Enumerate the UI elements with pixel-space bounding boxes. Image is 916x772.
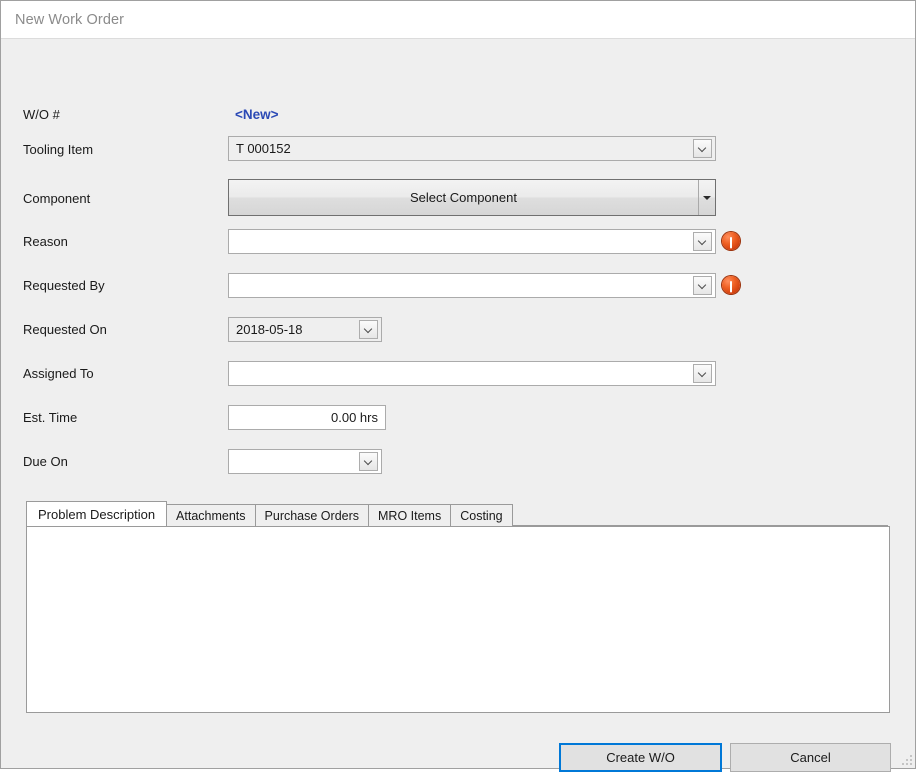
reason-error-icon	[722, 232, 740, 250]
form-row-requested-by: Requested By	[1, 271, 915, 301]
chevron-down-icon[interactable]	[693, 276, 712, 295]
label-requested-on: Requested On	[23, 322, 107, 337]
requested-by-error-icon	[722, 276, 740, 294]
select-component-button[interactable]: Select Component	[228, 179, 716, 216]
requested-on-value: 2018-05-18	[236, 322, 303, 337]
tab-label: MRO Items	[378, 508, 442, 523]
resize-grip-icon[interactable]	[899, 752, 912, 765]
value-wo-number: <New>	[235, 107, 279, 122]
tab-attachments[interactable]: Attachments	[166, 504, 256, 526]
cancel-label: Cancel	[790, 750, 831, 765]
tab-label: Purchase Orders	[264, 508, 360, 523]
problem-description-textarea[interactable]	[26, 526, 890, 713]
tooling-item-value: T 000152	[236, 141, 291, 156]
form-row-assigned-to: Assigned To	[1, 359, 915, 389]
form-row-reason: Reason	[1, 227, 915, 257]
form-row-requested-on: Requested On 2018-05-18	[1, 315, 915, 345]
triangle-down-icon[interactable]	[699, 180, 715, 215]
chevron-down-icon[interactable]	[359, 320, 378, 339]
new-work-order-window: New Work Order W/O # <New> Tooling Item …	[0, 0, 916, 772]
requested-on-datepicker[interactable]: 2018-05-18	[228, 317, 382, 342]
label-tooling-item: Tooling Item	[23, 142, 94, 157]
form-row-component: Component Select Component	[1, 179, 915, 219]
chevron-down-icon[interactable]	[693, 232, 712, 251]
chevron-down-icon[interactable]	[359, 452, 378, 471]
tab-label: Problem Description	[38, 506, 156, 522]
tab-label: Costing	[460, 508, 503, 523]
form-row-tooling-item: Tooling Item T 000152	[1, 135, 915, 165]
label-wo-number: W/O #	[23, 107, 60, 122]
label-reason: Reason	[23, 234, 68, 249]
assigned-to-combobox[interactable]	[228, 361, 716, 386]
label-assigned-to: Assigned To	[23, 366, 94, 381]
label-est-time: Est. Time	[23, 410, 78, 425]
select-component-label: Select Component	[229, 180, 699, 215]
create-wo-label: Create W/O	[606, 750, 675, 765]
est-time-value: 0.00 hrs	[331, 410, 378, 425]
label-due-on: Due On	[23, 454, 68, 469]
label-requested-by: Requested By	[23, 278, 105, 293]
tab-problem-description[interactable]: Problem Description	[26, 501, 168, 526]
form-row-est-time: Est. Time 0.00 hrs	[1, 403, 915, 433]
reason-combobox[interactable]	[228, 229, 716, 254]
est-time-input[interactable]: 0.00 hrs	[228, 405, 386, 430]
due-on-datepicker[interactable]	[228, 449, 382, 474]
requested-by-combobox[interactable]	[228, 273, 716, 298]
form-row-due-on: Due On	[1, 447, 915, 477]
form-row-wo-number: W/O # <New>	[1, 100, 915, 130]
label-component: Component	[23, 191, 91, 206]
window-title: New Work Order	[15, 11, 125, 28]
chevron-down-icon[interactable]	[693, 364, 712, 383]
chevron-down-icon[interactable]	[693, 139, 712, 158]
tooling-item-combobox[interactable]: T 000152	[228, 136, 716, 161]
tabstrip: Problem Description Attachments Purchase…	[26, 501, 888, 526]
dialog-body: W/O # <New> Tooling Item T 000152 Compon…	[1, 39, 915, 772]
tab-mro-items[interactable]: MRO Items	[368, 504, 452, 526]
tab-label: Attachments	[176, 508, 246, 523]
cancel-button[interactable]: Cancel	[730, 743, 891, 772]
tab-costing[interactable]: Costing	[450, 504, 513, 526]
tab-purchase-orders[interactable]: Purchase Orders	[254, 504, 370, 526]
create-wo-button[interactable]: Create W/O	[559, 743, 722, 772]
tab-list: Problem Description Attachments Purchase…	[26, 501, 513, 526]
window-titlebar: New Work Order	[1, 1, 915, 39]
